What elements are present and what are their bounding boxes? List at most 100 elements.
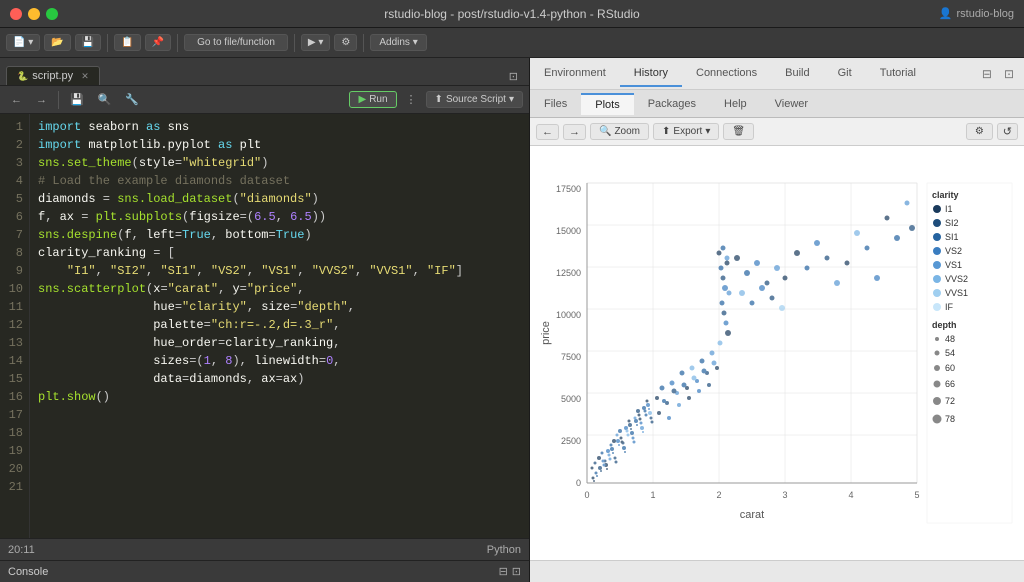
addins-button[interactable]: Addins ▾ <box>370 34 426 51</box>
tab-environment[interactable]: Environment <box>530 61 620 87</box>
subtab-packages[interactable]: Packages <box>634 94 710 114</box>
back-button[interactable]: ← <box>6 92 27 108</box>
find-button[interactable]: 🔍 <box>93 91 117 108</box>
source-chevron: ▾ <box>509 94 514 105</box>
line-numbers: 12345 678910 1112131415 1617181920 21 <box>0 114 30 538</box>
svg-text:0: 0 <box>576 478 581 488</box>
new-file-button[interactable]: 📄 ▾ <box>6 34 40 51</box>
subtab-help[interactable]: Help <box>710 94 761 114</box>
svg-text:1: 1 <box>650 490 655 500</box>
main-content: 🐍 script.py ✕ ⊡ ← → 💾 🔍 🔧 ▶ Run ⋮ ⬆ Sour… <box>0 58 1024 560</box>
svg-text:SI2: SI2 <box>945 218 959 228</box>
svg-text:IF: IF <box>945 302 954 312</box>
right-tab-bar: Environment History Connections Build Gi… <box>530 58 1024 90</box>
svg-text:48: 48 <box>945 334 955 344</box>
code-line-11: "I1", "SI2", "SI1", "VS2", "VS1", "VVS2"… <box>38 262 521 280</box>
export-chevron: ▾ <box>705 126 710 137</box>
code-line-20: plt.show() <box>38 388 521 406</box>
tab-git[interactable]: Git <box>824 61 866 87</box>
svg-text:VS1: VS1 <box>945 260 962 270</box>
run-toolbar-button[interactable]: ▶ ▾ <box>301 34 331 51</box>
subtab-plots[interactable]: Plots <box>581 93 633 115</box>
code-line-5: # Load the example diamonds dataset <box>38 172 521 190</box>
separator-3 <box>294 34 295 52</box>
svg-text:I1: I1 <box>945 204 953 214</box>
tools-button[interactable]: 🔧 <box>120 91 144 108</box>
run-options-button[interactable]: ⋮ <box>401 91 422 108</box>
remove-plot-button[interactable]: 🗑 <box>723 123 754 140</box>
minimize-button[interactable] <box>28 8 40 20</box>
copy-button[interactable]: 📋 <box>114 34 140 51</box>
code-line-17: sizes=(1, 8), linewidth=0, <box>38 352 521 370</box>
code-area[interactable]: 12345 678910 1112131415 1617181920 21 im… <box>0 114 529 538</box>
code-line-3: sns.set_theme(style="whitegrid") <box>38 154 521 172</box>
close-button[interactable] <box>10 8 22 20</box>
plot-back-button[interactable]: ← <box>536 124 559 140</box>
main-toolbar: 📄 ▾ 📂 💾 📋 📌 Go to file/function ▶ ▾ ⚙ Ad… <box>0 28 1024 58</box>
tab-build[interactable]: Build <box>771 61 823 87</box>
save-button[interactable]: 💾 <box>75 34 101 51</box>
user-info: 👤 rstudio-blog <box>939 7 1014 20</box>
traffic-lights <box>10 8 58 20</box>
console-label: Console <box>8 566 48 578</box>
run-play-icon: ▶ <box>358 94 366 105</box>
svg-text:SI1: SI1 <box>945 232 959 242</box>
zoom-label: Zoom <box>614 126 640 137</box>
et-sep-1 <box>58 91 59 109</box>
svg-text:clarity: clarity <box>932 190 959 200</box>
save-editor-button[interactable]: 💾 <box>65 91 89 108</box>
svg-text:72: 72 <box>945 396 955 406</box>
subtab-files[interactable]: Files <box>530 94 581 114</box>
forward-button[interactable]: → <box>31 92 52 108</box>
cursor-position: 20:11 <box>8 544 35 556</box>
paste-button[interactable]: 📌 <box>145 34 171 51</box>
code-line-6: diamonds = sns.load_dataset("diamonds") <box>38 190 521 208</box>
run-button[interactable]: ▶ Run <box>349 91 396 108</box>
right-panel-maximize[interactable]: ⊡ <box>1000 65 1018 83</box>
tab-connections[interactable]: Connections <box>682 61 771 87</box>
addins-label: Addins <box>379 37 410 48</box>
svg-text:5: 5 <box>914 490 919 500</box>
settings-button[interactable]: ⚙ <box>334 34 357 51</box>
plot-forward-button[interactable]: → <box>563 124 586 140</box>
zoom-button[interactable]: 🔍 Zoom <box>590 123 649 140</box>
tab-history[interactable]: History <box>620 61 682 87</box>
code-line-8: f, ax = plt.subplots(figsize=(6.5, 6.5)) <box>38 208 521 226</box>
tab-tutorial[interactable]: Tutorial <box>866 61 930 87</box>
bottom-bar: Console ⊟ ⊡ <box>0 560 1024 582</box>
open-file-button[interactable]: 📂 <box>44 34 70 51</box>
svg-text:depth: depth <box>932 320 957 330</box>
export-icon: ⬆ <box>662 126 670 137</box>
right-tab-actions: ⊟ ⊡ <box>978 65 1024 83</box>
code-line-10: clarity_ranking = [ <box>38 244 521 262</box>
subtab-viewer[interactable]: Viewer <box>761 94 822 114</box>
code-editor[interactable]: import seaborn as sns import matplotlib.… <box>30 114 529 538</box>
svg-text:0: 0 <box>584 490 589 500</box>
plot-options-button[interactable]: ⚙ <box>966 123 993 140</box>
svg-text:15000: 15000 <box>556 226 581 236</box>
console-minimize[interactable]: ⊟ <box>499 565 508 578</box>
export-button[interactable]: ⬆ Export ▾ <box>653 123 719 140</box>
svg-text:60: 60 <box>945 363 955 373</box>
maximize-editor-button[interactable]: ⊡ <box>504 68 523 85</box>
right-panel-minimize[interactable]: ⊟ <box>978 65 996 83</box>
scatter-plot: 0 1 2 3 4 5 0 2500 5000 7500 10000 12500… <box>537 173 1017 533</box>
user-icon: 👤 <box>939 7 953 20</box>
zoom-icon: 🔍 <box>599 126 611 137</box>
code-line-2: import matplotlib.pyplot as plt <box>38 136 521 154</box>
editor-tab-bar: 🐍 script.py ✕ ⊡ <box>0 58 529 86</box>
separator-2 <box>177 34 178 52</box>
code-line-18: data=diamonds, ax=ax) <box>38 370 521 388</box>
svg-text:7500: 7500 <box>561 352 581 362</box>
svg-text:12500: 12500 <box>556 268 581 278</box>
maximize-button[interactable] <box>46 8 58 20</box>
console-maximize[interactable]: ⊡ <box>512 565 521 578</box>
plot-refresh-button[interactable]: ↺ <box>997 123 1018 140</box>
svg-text:78: 78 <box>945 414 955 424</box>
script-tab[interactable]: 🐍 script.py ✕ <box>6 66 100 85</box>
source-button[interactable]: ⬆ Source Script ▾ <box>426 91 523 108</box>
code-line-9: sns.despine(f, left=True, bottom=True) <box>38 226 521 244</box>
svg-text:4: 4 <box>848 490 853 500</box>
goto-button[interactable]: Go to file/function <box>184 34 288 51</box>
tab-close-icon[interactable]: ✕ <box>81 71 89 82</box>
